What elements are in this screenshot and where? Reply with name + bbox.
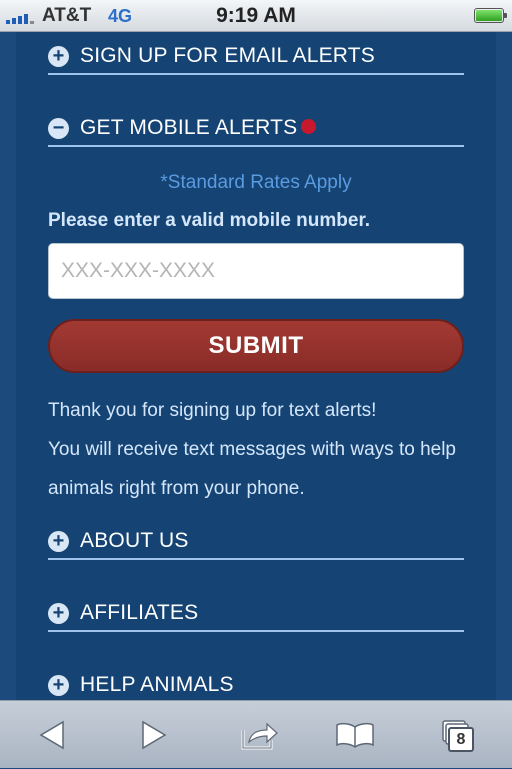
accordion-help-animals[interactable]: + HELP ANIMALS (48, 664, 464, 704)
accordion-mobile-alerts[interactable]: − GET MOBILE ALERTS (48, 107, 464, 147)
back-icon (39, 720, 64, 750)
standard-rates-note: *Standard Rates Apply (160, 172, 352, 193)
tab-count-badge: 8 (448, 727, 474, 752)
minus-icon: − (48, 118, 69, 139)
bookmarks-icon (336, 722, 374, 748)
accordion-label: ABOUT US (80, 529, 189, 552)
thank-you-line: You will receive text messages with ways… (48, 439, 456, 499)
accordion-label: AFFILIATES (80, 601, 199, 624)
accordion-label: HELP ANIMALS (80, 673, 234, 696)
plus-icon: + (48, 46, 69, 67)
accordion-affiliates[interactable]: + AFFILIATES (48, 592, 464, 632)
battery-level (476, 10, 502, 21)
status-bar: AT&T 4G 9:19 AM (0, 0, 512, 32)
battery-icon (474, 8, 507, 23)
thank-you-message: Thank you for signing up for text alerts… (48, 391, 468, 508)
phone-prompt: Please enter a valid mobile number. (48, 210, 371, 231)
back-button[interactable] (17, 701, 87, 769)
browser-toolbar (0, 700, 512, 768)
bookmarks-button[interactable] (320, 701, 390, 769)
content-panel: + SIGN UP FOR EMAIL ALERTS − GET MOBILE … (16, 32, 496, 700)
status-time: 9:19 AM (216, 4, 296, 27)
submit-button[interactable]: SUBMIT (48, 319, 464, 373)
accordion-label: SIGN UP FOR EMAIL ALERTS (80, 44, 375, 67)
thank-you-line: Thank you for signing up for text alerts… (48, 400, 377, 421)
phone-number-input[interactable] (48, 243, 464, 299)
forward-button[interactable] (119, 701, 189, 769)
share-button[interactable] (224, 701, 294, 769)
accordion-label: GET MOBILE ALERTS (80, 116, 298, 139)
forward-icon (142, 720, 167, 750)
plus-icon: + (48, 675, 69, 696)
share-icon (241, 722, 278, 750)
accordion-email-alerts[interactable]: + SIGN UP FOR EMAIL ALERTS (48, 35, 464, 75)
plus-icon: + (48, 603, 69, 624)
alert-dot-icon (301, 119, 316, 134)
plus-icon: + (48, 531, 69, 552)
accordion-about-us[interactable]: + ABOUT US (48, 520, 464, 560)
